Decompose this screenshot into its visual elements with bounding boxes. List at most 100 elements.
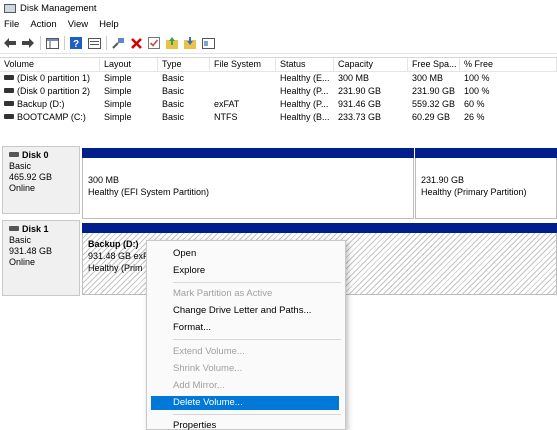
- layout-cell: Simple: [104, 99, 132, 109]
- menu-item-change-drive-letter[interactable]: Change Drive Letter and Paths...: [173, 305, 311, 316]
- context-menu: Open Explore Mark Partition as Active Ch…: [146, 240, 346, 430]
- drive-icon: [4, 114, 14, 120]
- capacity-cell: 233.73 GB: [338, 112, 382, 122]
- menu-item-explore[interactable]: Explore: [173, 265, 205, 276]
- column-header-capacity[interactable]: Capacity: [334, 58, 408, 71]
- disk-management-icon: [3, 3, 16, 13]
- forward-arrow-icon[interactable]: [21, 36, 35, 50]
- drive-icon: [4, 101, 14, 107]
- toolbar: ?: [0, 33, 557, 54]
- disk-1-state: Online: [9, 257, 36, 267]
- menu-item-properties[interactable]: Properties: [173, 420, 216, 430]
- disk-0-name: Disk 0: [22, 150, 49, 160]
- delete-icon[interactable]: [129, 36, 143, 50]
- disk-1-label[interactable]: Disk 1 Basic 931.48 GB Online: [2, 220, 80, 296]
- type-cell: Basic: [162, 99, 185, 109]
- menu-action[interactable]: Action: [30, 19, 56, 30]
- menu-item-shrink-volume[interactable]: Shrink Volume...: [173, 363, 242, 374]
- table-row[interactable]: (Disk 0 partition 1) Simple Basic Health…: [0, 72, 557, 85]
- free-space-cell: 60.29 GB: [412, 112, 451, 122]
- menu-item-add-mirror[interactable]: Add Mirror...: [173, 380, 225, 391]
- partition-body: 300 MB Healthy (EFI System Partition): [82, 158, 414, 219]
- disk-name: Disk 0: [9, 150, 79, 161]
- disk-icon: [9, 226, 19, 232]
- menu-bar: File Action View Help: [0, 16, 557, 33]
- toolbar-separator: [40, 36, 41, 50]
- title-bar: Disk Management: [0, 0, 557, 16]
- volume-name: (Disk 0 partition 2): [17, 86, 91, 96]
- column-header-free-space[interactable]: Free Spa...: [408, 58, 460, 71]
- free-space-cell: 300 MB: [412, 73, 444, 83]
- svg-text:?: ?: [73, 39, 79, 49]
- drive-icon: [4, 75, 14, 81]
- export-icon[interactable]: [183, 36, 197, 50]
- disk-0-efi-partition[interactable]: 300 MB Healthy (EFI System Partition): [82, 148, 414, 219]
- status-cell: Healthy (E...: [280, 73, 330, 83]
- menu-item-delete-volume[interactable]: Delete Volume...: [173, 397, 243, 408]
- menu-item-format[interactable]: Format...: [173, 322, 211, 333]
- disk-0-type: Basic: [9, 161, 32, 171]
- volume-name-cell: BOOTCAMP (C:): [0, 111, 100, 124]
- properties-icon[interactable]: [87, 36, 101, 50]
- import-icon[interactable]: [165, 36, 179, 50]
- partition-color-bar: [415, 148, 557, 158]
- menu-item-open[interactable]: Open: [173, 248, 196, 259]
- volume-name: Backup (D:): [17, 99, 65, 109]
- disk-0-primary-partition[interactable]: 231.90 GB Healthy (Primary Partition): [415, 148, 557, 219]
- column-header-file-system[interactable]: File System: [210, 58, 276, 71]
- disk-1-size: 931.48 GB: [9, 246, 53, 256]
- column-header-percent-free[interactable]: % Free: [460, 58, 557, 71]
- file-system-cell: NTFS: [214, 112, 238, 122]
- volume-name-cell: Backup (D:): [0, 98, 100, 111]
- disk-0-label[interactable]: Disk 0 Basic 465.92 GB Online: [2, 146, 80, 214]
- disk-0-state: Online: [9, 183, 36, 193]
- partition-size: 231.90 GB: [421, 175, 465, 185]
- status-cell: Healthy (B...: [280, 112, 330, 122]
- column-header-status[interactable]: Status: [276, 58, 334, 71]
- file-system-cell: [210, 85, 276, 98]
- layout-cell: Simple: [104, 86, 132, 96]
- status-cell: Healthy (P...: [280, 86, 329, 96]
- disk-1-type: Basic: [9, 235, 32, 245]
- volume-name-cell: (Disk 0 partition 1): [0, 72, 100, 85]
- volume-list: Volume Layout Type File System Status Ca…: [0, 57, 557, 126]
- menu-view[interactable]: View: [68, 19, 88, 30]
- menu-item-extend-volume[interactable]: Extend Volume...: [173, 346, 245, 357]
- column-header-layout[interactable]: Layout: [100, 58, 158, 71]
- type-cell: Basic: [162, 86, 185, 96]
- partition-status: Healthy (Primary Partition): [421, 187, 527, 197]
- percent-free-cell: 100 %: [464, 73, 490, 83]
- window-title: Disk Management: [20, 2, 97, 14]
- help-icon[interactable]: ?: [69, 36, 83, 50]
- volume-list-header: Volume Layout Type File System Status Ca…: [0, 58, 557, 72]
- table-row[interactable]: (Disk 0 partition 2) Simple Basic Health…: [0, 85, 557, 98]
- back-arrow-icon[interactable]: [3, 36, 17, 50]
- column-header-volume[interactable]: Volume: [0, 58, 100, 71]
- connect-icon[interactable]: [111, 36, 125, 50]
- free-space-cell: 231.90 GB: [412, 86, 456, 96]
- volume-name: BOOTCAMP (C:): [17, 112, 86, 122]
- menu-separator: [173, 339, 341, 340]
- menu-help[interactable]: Help: [99, 19, 119, 30]
- disk-0-size: 465.92 GB: [9, 172, 53, 182]
- partition-color-bar: [82, 148, 414, 158]
- disk-1-name: Disk 1: [22, 224, 49, 234]
- menu-item-mark-active[interactable]: Mark Partition as Active: [173, 288, 272, 299]
- toolbar-separator: [64, 36, 65, 50]
- menu-file[interactable]: File: [4, 19, 19, 30]
- volume-name: (Disk 0 partition 1): [17, 73, 91, 83]
- drive-icon: [4, 88, 14, 94]
- console-tree-icon[interactable]: [45, 36, 59, 50]
- table-row[interactable]: BOOTCAMP (C:) Simple Basic NTFS Healthy …: [0, 111, 557, 124]
- disk-icon: [9, 152, 19, 158]
- show-icon[interactable]: [201, 36, 215, 50]
- partition-color-bar: [82, 223, 557, 233]
- disk-name: Disk 1: [9, 224, 79, 235]
- file-system-cell: [210, 72, 276, 85]
- partition-body: 231.90 GB Healthy (Primary Partition): [415, 158, 557, 219]
- partition-status: Healthy (EFI System Partition): [88, 187, 210, 197]
- check-icon[interactable]: [147, 36, 161, 50]
- column-header-type[interactable]: Type: [158, 58, 210, 71]
- capacity-cell: 231.90 GB: [338, 86, 382, 96]
- table-row[interactable]: Backup (D:) Simple Basic exFAT Healthy (…: [0, 98, 557, 111]
